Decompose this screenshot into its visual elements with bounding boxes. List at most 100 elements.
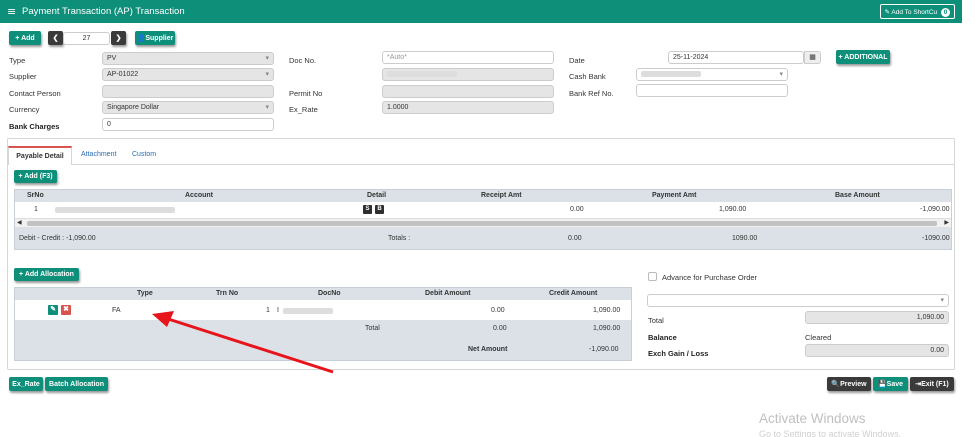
currency-select[interactable]: Singapore Dollar (102, 101, 274, 114)
horizontal-scrollbar[interactable]: ◀ ▶ (15, 218, 951, 227)
contact-person-field[interactable] (102, 85, 274, 98)
alloc-total-debit: 0.00 (493, 325, 507, 332)
scrollbar-thumb[interactable] (27, 221, 937, 226)
balance-label: Balance (648, 333, 677, 342)
advance-po-checkbox[interactable] (648, 272, 657, 281)
add-button[interactable]: + Add (9, 31, 41, 45)
row-base-amount: -1,090.00 (920, 206, 950, 213)
batch-allocation-button[interactable]: Batch Allocation (45, 377, 108, 391)
totals-label: Totals : (388, 235, 411, 242)
col-base-amount: Base Amount (835, 192, 880, 199)
col-account: Account (185, 192, 213, 199)
cash-bank-select[interactable] (636, 68, 788, 81)
type-label: Type (9, 56, 26, 65)
bank-ref-label: Bank Ref No. (569, 89, 614, 98)
detail-grid-header: SrNo Account Detail Receipt Amt Payment … (15, 190, 951, 202)
chevron-left-icon: ❮ (52, 35, 59, 42)
chevron-right-icon: ❯ (115, 35, 122, 42)
red-arrow-annotation (152, 311, 334, 374)
title-bar: ≡ Payment Transaction (AP) Transaction ✎… (0, 0, 962, 23)
tab-attachment[interactable]: Attachment (81, 146, 116, 165)
delete-icon[interactable]: ✖ (61, 305, 71, 315)
next-record-button[interactable]: ❯ (111, 31, 126, 45)
cash-bank-label: Cash Bank (569, 72, 606, 81)
date-label: Date (569, 56, 585, 65)
add-to-shortcut-button[interactable]: ✎ Add To ShortCu 0 (879, 4, 955, 19)
page-title: Payment Transaction (AP) Transaction (22, 6, 185, 17)
total-payment: 1090.00 (732, 235, 758, 242)
col-type: Type (137, 290, 153, 297)
redacted-cash-bank (641, 71, 701, 78)
supplier-name-field (382, 68, 554, 81)
search-icon: 🔍 (831, 381, 841, 388)
add-allocation-button[interactable]: + Add Allocation (14, 268, 79, 281)
net-amount-value: -1,090.00 (589, 346, 619, 353)
date-field[interactable]: 25-11-2024 (668, 51, 804, 64)
exch-gain-loss-field: 0.00 (805, 344, 949, 357)
activate-windows-watermark: Activate Windows (759, 411, 866, 426)
activate-windows-subtext: Go to Settings to activate Windows. (759, 429, 902, 437)
add-detail-button[interactable]: + Add (F3) (14, 170, 57, 183)
col-payment-amt: Payment Amt (652, 192, 697, 199)
supplier-label: Supplier (9, 72, 37, 81)
supplier-button[interactable]: 👤 Supplier (135, 31, 175, 45)
prev-record-button[interactable]: ❮ (48, 31, 63, 45)
pencil-icon: ✎ (884, 9, 890, 16)
permit-no-field[interactable] (382, 85, 554, 98)
detail-b-button[interactable]: B (375, 205, 384, 214)
bank-ref-field[interactable] (636, 84, 788, 97)
redacted-supplier-name (387, 71, 457, 78)
row-debit: 0.00 (491, 307, 505, 314)
floppy-disk-icon: 💾 (877, 381, 887, 388)
detail-s-button[interactable]: S (363, 205, 372, 214)
side-total-label: Total (648, 316, 664, 325)
col-receipt-amt: Receipt Amt (481, 192, 522, 199)
shortcut-count-badge: 0 (941, 8, 950, 17)
save-label: Save (886, 380, 904, 388)
record-number-field[interactable]: 27 (63, 32, 110, 45)
debit-credit-text: Debit - Credit : -1,090.00 (19, 235, 96, 242)
allocation-grid-header: Type Trn No DocNo Debit Amount Credit Am… (15, 288, 631, 300)
exch-gain-loss-label: Exch Gain / Loss (648, 349, 709, 358)
ex-rate-field[interactable]: 1.0000 (382, 101, 554, 114)
col-detail: Detail (367, 192, 387, 199)
bank-charges-label: Bank Charges (9, 122, 60, 131)
calendar-icon[interactable]: ▦ (804, 51, 821, 64)
advance-po-label: Advance for Purchase Order (662, 273, 758, 282)
scroll-right-icon[interactable]: ▶ (944, 219, 949, 226)
scroll-left-icon[interactable]: ◀ (17, 219, 22, 226)
doc-no-field[interactable]: *Auto* (382, 51, 554, 64)
exit-label: Exit (F1) (921, 380, 949, 388)
edit-icon[interactable]: ✎ (48, 305, 58, 315)
supplier-select[interactable]: AP-01022 (102, 68, 274, 81)
advance-po-select[interactable] (647, 294, 949, 307)
additional-button[interactable]: + ADDITIONAL (836, 50, 890, 64)
total-base: -1090.00 (922, 235, 950, 242)
total-receipt: 0.00 (568, 235, 582, 242)
row-receipt-amt: 0.00 (570, 206, 584, 213)
row-payment-amt: 1,090.00 (719, 206, 747, 213)
contact-person-label: Contact Person (9, 89, 61, 98)
arrow-shaft (161, 315, 334, 374)
detail-summary-row: Debit - Credit : -1,090.00 Totals : 0.00… (15, 227, 951, 249)
alloc-total-label: Total (365, 325, 380, 332)
supplier-button-label: Supplier (145, 34, 174, 42)
side-total-field: 1,090.00 (805, 311, 949, 324)
preview-button[interactable]: 🔍 Preview (827, 377, 871, 391)
tab-payable-detail[interactable]: Payable Detail (8, 146, 72, 165)
add-to-shortcut-label: Add To ShortCu (891, 9, 938, 16)
currency-label: Currency (9, 105, 40, 114)
hamburger-menu-icon[interactable]: ≡ (7, 5, 16, 18)
exit-button[interactable]: ⇥ Exit (F1) (910, 377, 954, 391)
ex-rate-label: Ex_Rate (289, 105, 318, 114)
type-select[interactable]: PV (102, 52, 274, 65)
save-button[interactable]: 💾 Save (873, 377, 908, 391)
tab-custom[interactable]: Custom (132, 146, 156, 165)
alloc-total-credit: 1,090.00 (593, 325, 621, 332)
redacted-account (55, 207, 175, 214)
bank-charges-field[interactable]: 0 (102, 118, 274, 131)
ex-rate-button[interactable]: Ex_Rate (9, 377, 43, 391)
col-trn-no: Trn No (216, 290, 239, 297)
permit-no-label: Permit No (289, 89, 323, 98)
table-row[interactable]: 1 S B 0.00 1,090.00 -1,090.00 (15, 203, 951, 217)
